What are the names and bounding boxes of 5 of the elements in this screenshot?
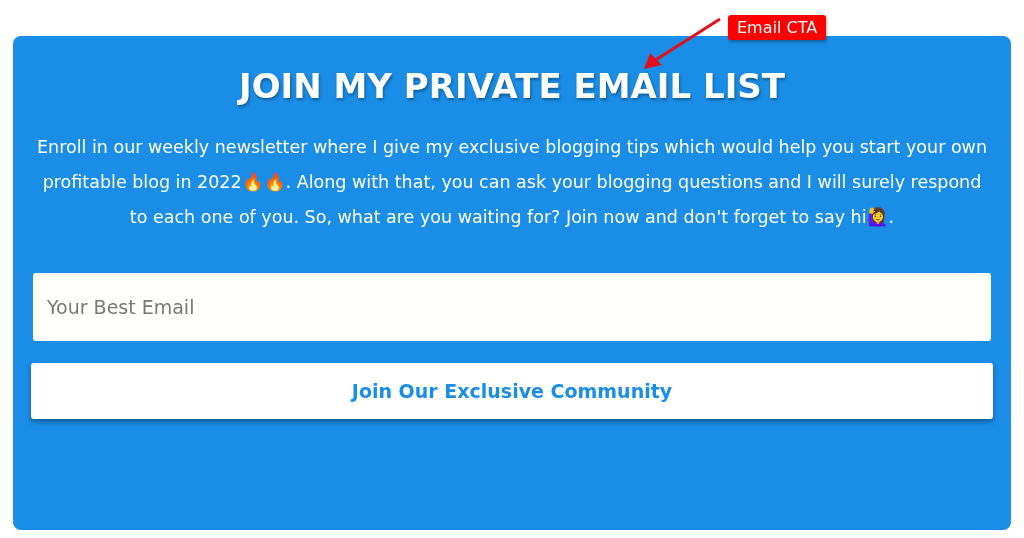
annotation-label: Email CTA <box>728 15 827 40</box>
email-field[interactable]: Your Best Email <box>33 273 991 341</box>
join-button[interactable]: Join Our Exclusive Community <box>31 363 993 419</box>
signup-description: Enroll in our weekly newsletter where I give my exclusive blogging tips which would help you start your own profitable blog in 2022🔥🔥. Along with that, you can ask your blogging questions and I will surely respond to each one of you. So, what are you waiting for? Join now and don't forget to say hi🙋‍♀. <box>36 136 988 229</box>
signup-title: JOIN MY PRIVATE EMAIL LIST <box>236 65 786 108</box>
